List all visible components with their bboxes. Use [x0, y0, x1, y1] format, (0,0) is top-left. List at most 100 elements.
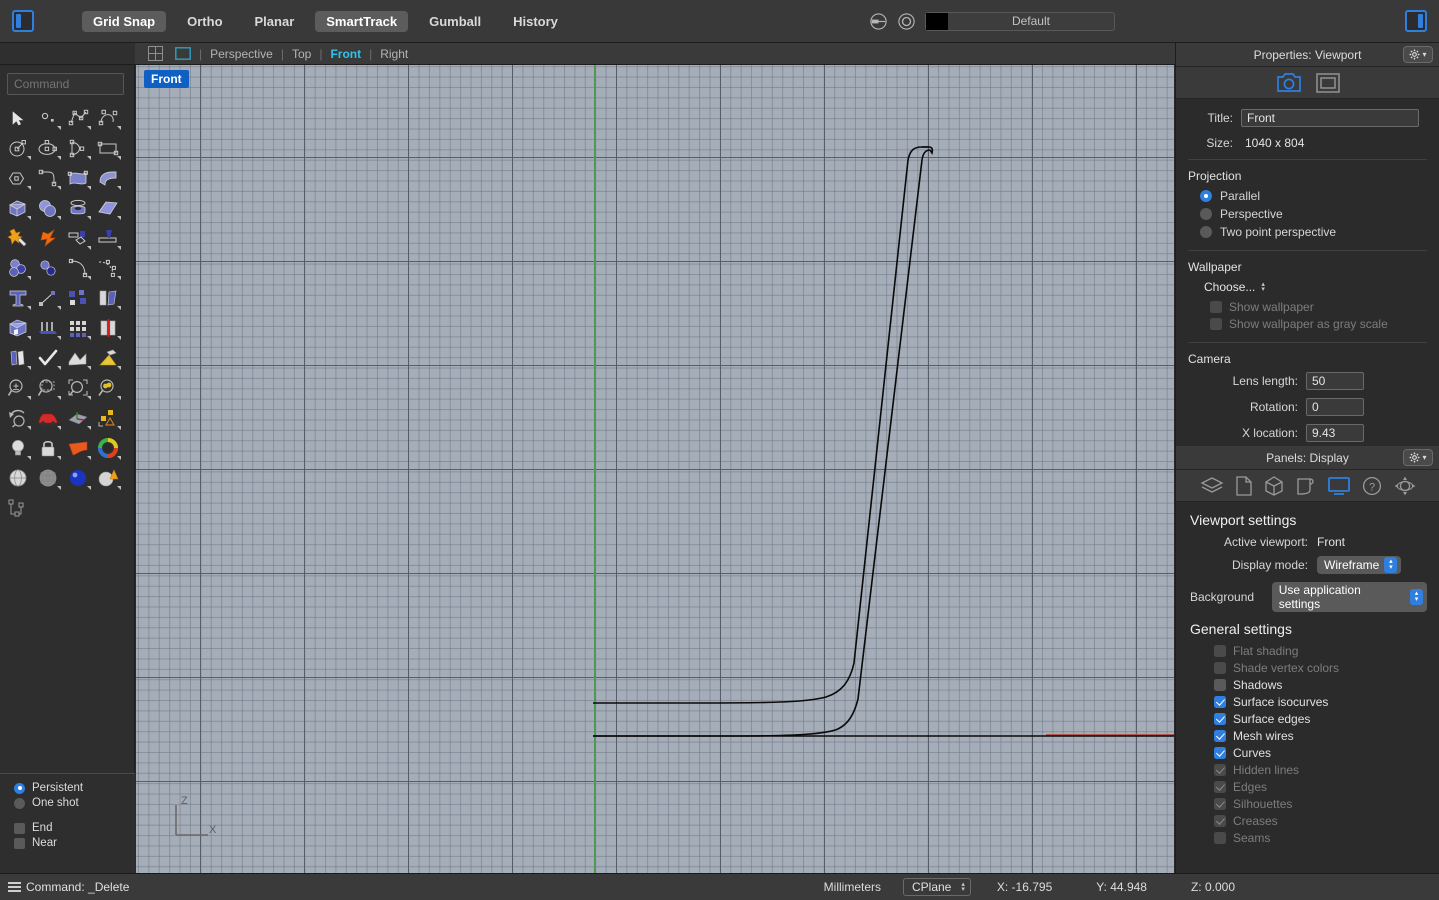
- properties-page-icon[interactable]: [1235, 475, 1252, 496]
- mode-history[interactable]: History: [502, 11, 569, 32]
- osnap-snap-near[interactable]: Near: [14, 837, 135, 849]
- object-cube-icon[interactable]: [1264, 475, 1284, 496]
- tool-boolean-difference[interactable]: [33, 253, 63, 283]
- setting-hidden-lines[interactable]: Hidden lines: [1214, 763, 1427, 777]
- camera-icon[interactable]: [1276, 72, 1302, 93]
- tool-ellipse[interactable]: [33, 133, 63, 163]
- x-location-input[interactable]: [1306, 424, 1364, 442]
- tool-rendered-sphere[interactable]: [63, 463, 93, 493]
- tool-fillet-curve[interactable]: [33, 163, 63, 193]
- help-question-icon[interactable]: ?: [1362, 476, 1382, 496]
- tool-dimension[interactable]: [33, 283, 63, 313]
- tool-cplane[interactable]: [63, 403, 93, 433]
- setting-curves[interactable]: Curves: [1214, 746, 1427, 760]
- tool-revolve[interactable]: [63, 193, 93, 223]
- setting-shade-vertex-colors[interactable]: Shade vertex colors: [1214, 661, 1427, 675]
- tool-surface-sweep[interactable]: [93, 163, 123, 193]
- tool-shaded-sphere[interactable]: [3, 463, 33, 493]
- tool-surface-from-curves[interactable]: [63, 163, 93, 193]
- tool-named-views-car[interactable]: [33, 403, 63, 433]
- tool-extrude-surface[interactable]: [93, 193, 123, 223]
- tool-undo-view[interactable]: [3, 403, 33, 433]
- mode-ortho[interactable]: Ortho: [176, 11, 233, 32]
- setting-silhouettes[interactable]: Silhouettes: [1214, 797, 1427, 811]
- osnap-snap-end[interactable]: End: [14, 822, 135, 834]
- tool-circle-center[interactable]: [3, 133, 33, 163]
- tool-offset-surface[interactable]: [3, 343, 33, 373]
- viewport-tab-perspective[interactable]: Perspective: [210, 47, 273, 61]
- single-view-icon[interactable]: [175, 47, 191, 60]
- setting-seams[interactable]: Seams: [1214, 831, 1427, 845]
- tool-layout-detail[interactable]: [3, 493, 33, 523]
- gumball-orbit-icon[interactable]: [1394, 476, 1416, 496]
- four-view-icon[interactable]: [148, 46, 163, 61]
- layer-arrow-icon[interactable]: [869, 12, 888, 31]
- command-input[interactable]: [7, 73, 124, 95]
- tool-object-snap-settings[interactable]: [93, 403, 123, 433]
- mode-smarttrack[interactable]: SmartTrack: [315, 10, 409, 32]
- tool-render-material[interactable]: [63, 433, 93, 463]
- tool-zoom-in[interactable]: [3, 373, 33, 403]
- layers-icon[interactable]: [1200, 476, 1224, 495]
- tool-box-solid[interactable]: [3, 193, 33, 223]
- tool-boolean-orange-arrow[interactable]: [33, 223, 63, 253]
- tool-zoom-selected[interactable]: [93, 373, 123, 403]
- viewport-tab-front[interactable]: Front: [330, 47, 361, 61]
- show-wallpaper-row[interactable]: Show wallpaper: [1210, 300, 1427, 314]
- tool-mesh-from-surface[interactable]: [63, 343, 93, 373]
- setting-surface-edges[interactable]: Surface edges: [1214, 712, 1427, 726]
- osnap-mode-one-shot[interactable]: One shot: [14, 797, 135, 809]
- setting-edges[interactable]: Edges: [1214, 780, 1427, 794]
- projection-parallel[interactable]: Parallel: [1200, 189, 1427, 203]
- tool-grid-array[interactable]: [63, 313, 93, 343]
- tool-point[interactable]: [33, 103, 63, 133]
- layer-selector[interactable]: Default: [924, 11, 1115, 31]
- tool-array-rotate[interactable]: [63, 223, 93, 253]
- tool-select-arrow[interactable]: [3, 103, 33, 133]
- mode-planar[interactable]: Planar: [244, 11, 306, 32]
- tool-sphere-boolean[interactable]: [33, 193, 63, 223]
- tool-zoom-window[interactable]: [33, 373, 63, 403]
- mode-gumball[interactable]: Gumball: [418, 11, 492, 32]
- tool-check-validate[interactable]: [33, 343, 63, 373]
- tool-extrude-points[interactable]: [33, 313, 63, 343]
- viewport-front[interactable]: Front Z X: [136, 65, 1174, 873]
- viewport-tab-right[interactable]: Right: [380, 47, 408, 61]
- mode-grid-snap[interactable]: Grid Snap: [82, 10, 167, 32]
- tool-polyline[interactable]: [63, 103, 93, 133]
- toggle-right-panel-button[interactable]: [1405, 10, 1427, 32]
- tool-arc[interactable]: [63, 133, 93, 163]
- rotation-input[interactable]: [1306, 398, 1364, 416]
- wallpaper-choose-popup[interactable]: Choose... ▴ ▾: [1204, 280, 1265, 294]
- layer-circle-icon[interactable]: [897, 12, 916, 31]
- tool-lock[interactable]: [33, 433, 63, 463]
- display-monitor-icon[interactable]: [1327, 476, 1350, 496]
- properties-gear-button[interactable]: ▾: [1403, 46, 1433, 63]
- tool-color-wheel[interactable]: [93, 433, 123, 463]
- tool-zoom-extents[interactable]: [63, 373, 93, 403]
- viewport-tab-top[interactable]: Top: [292, 47, 311, 61]
- toggle-left-panel-button[interactable]: [12, 10, 34, 32]
- tool-trim-curve[interactable]: [63, 253, 93, 283]
- setting-flat-shading[interactable]: Flat shading: [1214, 644, 1427, 658]
- tool-render-preview-cone[interactable]: [93, 463, 123, 493]
- tool-mirror[interactable]: [93, 283, 123, 313]
- tool-array-linear[interactable]: [93, 223, 123, 253]
- projection-perspective[interactable]: Perspective: [1200, 207, 1427, 221]
- tool-curve-control-points[interactable]: [93, 103, 123, 133]
- display-gear-button[interactable]: ▾: [1403, 449, 1433, 466]
- tool-text[interactable]: [3, 283, 33, 313]
- tool-light[interactable]: [3, 433, 33, 463]
- lens-length-input[interactable]: [1306, 372, 1364, 390]
- background-select[interactable]: Use application settings ▴ ▾: [1271, 582, 1427, 612]
- tool-split-red-line[interactable]: [93, 313, 123, 343]
- status-cplane-select[interactable]: CPlane ▴ ▾: [903, 878, 971, 896]
- viewport-title-input[interactable]: [1241, 109, 1419, 127]
- tool-mesh-pyramid[interactable]: [93, 343, 123, 373]
- show-wallpaper-gray-row[interactable]: Show wallpaper as gray scale: [1210, 317, 1427, 331]
- tool-rectangle[interactable]: [93, 133, 123, 163]
- setting-mesh-wires[interactable]: Mesh wires: [1214, 729, 1427, 743]
- tool-explode-star[interactable]: [3, 223, 33, 253]
- setting-creases[interactable]: Creases: [1214, 814, 1427, 828]
- layer-color-swatch[interactable]: [925, 12, 948, 30]
